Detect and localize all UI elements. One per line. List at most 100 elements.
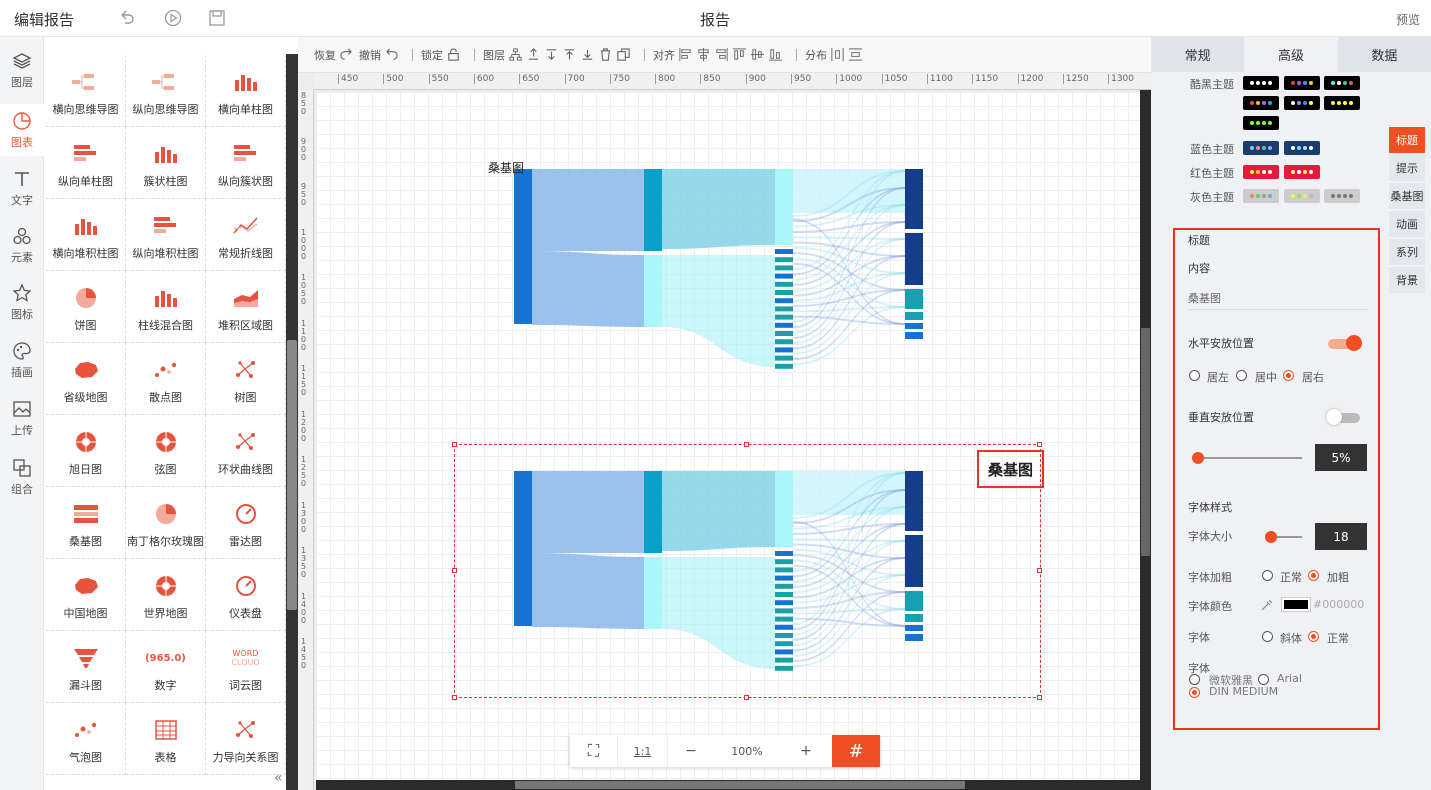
bold-normal-radio[interactable] [1262,570,1273,581]
component-item[interactable]: 中国地图 [46,559,126,631]
v-position-slider-knob[interactable] [1192,452,1204,464]
theme-swatch[interactable] [1243,141,1279,155]
resize-handle[interactable] [1037,442,1042,447]
theme-swatch[interactable] [1243,96,1279,110]
move-down-icon[interactable] [580,47,595,62]
font-color-swatch[interactable] [1281,597,1311,612]
theme-swatch[interactable] [1284,165,1320,179]
send-back-icon[interactable] [544,47,559,62]
redo-button[interactable]: 恢复 [314,47,354,63]
tab-advanced[interactable]: 高级 [1244,37,1338,72]
theme-swatch[interactable] [1324,189,1360,203]
sidetab-sankey[interactable]: 桑基图 [1389,183,1425,209]
component-item[interactable]: 簇状柱图 [126,127,206,199]
resize-handle[interactable] [452,695,457,700]
collapse-panel-icon[interactable]: « [274,770,283,786]
theme-swatch[interactable] [1243,189,1279,203]
font-size-value[interactable]: 18 [1315,523,1367,550]
theme-swatch[interactable] [1243,165,1279,179]
component-item[interactable]: 横向堆积柱图 [46,199,126,271]
sidetab-series[interactable]: 系列 [1389,239,1425,265]
zoom-out-button[interactable]: − [668,735,714,767]
component-item[interactable]: 漏斗图 [46,631,126,703]
sankey-chart-1[interactable] [450,145,1050,395]
component-item[interactable]: WORD CLOUD 词云图 [206,631,286,703]
move-up-icon[interactable] [562,47,577,62]
component-item[interactable]: 表格 [126,703,206,775]
align-top-icon[interactable] [732,47,747,62]
component-item[interactable]: 弦图 [126,415,206,487]
component-item[interactable]: 纵向单柱图 [46,127,126,199]
bold-bold-radio[interactable] [1308,570,1319,581]
component-item[interactable]: 南丁格尔玫瑰图 [126,487,206,559]
sidetab-tooltip[interactable]: 提示 [1389,155,1425,181]
theme-swatch[interactable] [1284,76,1320,90]
h-left-radio[interactable] [1189,370,1200,381]
preview-link[interactable]: 预览 [1396,11,1420,28]
theme-swatch[interactable] [1243,116,1279,130]
delete-icon[interactable] [598,47,613,62]
play-icon[interactable] [163,8,183,28]
h-right-radio[interactable] [1283,370,1294,381]
chart-2-title[interactable]: 桑基图 [977,450,1044,488]
zoom-in-button[interactable]: + [780,735,832,767]
resize-handle[interactable] [452,442,457,447]
layer-tree-icon[interactable] [508,47,523,62]
family-din-radio[interactable] [1189,687,1200,698]
undo-button[interactable]: 撤销 [359,47,399,63]
component-item[interactable]: 树图 [206,343,286,415]
component-item[interactable]: 散点图 [126,343,206,415]
component-item[interactable]: 旭日图 [46,415,126,487]
v-position-slider[interactable] [1198,457,1302,459]
align-vcenter-icon[interactable] [750,47,765,62]
resize-handle[interactable] [1037,568,1042,573]
component-item[interactable]: 堆积区域图 [206,271,286,343]
distribute-vertical-icon[interactable] [848,47,863,62]
nav-item-7[interactable]: 组合 [0,451,44,503]
component-item[interactable]: 力导向关系图 [206,703,286,775]
component-item[interactable]: (965.0) 数字 [126,631,206,703]
nav-item-5[interactable]: 插画 [0,334,44,386]
component-item[interactable]: 纵向堆积柱图 [126,199,206,271]
resize-handle[interactable] [452,568,457,573]
component-item[interactable]: 气泡图 [46,703,126,775]
nav-item-2[interactable]: 文字 [0,162,44,214]
tab-general[interactable]: 常规 [1151,37,1245,72]
nav-item-6[interactable]: 上传 [0,392,44,444]
font-size-slider-knob[interactable] [1265,531,1277,543]
tab-data[interactable]: 数据 [1337,37,1431,72]
distribute-horizontal-icon[interactable] [830,47,845,62]
resize-handle[interactable] [744,442,749,447]
family-arial-radio[interactable] [1258,674,1269,685]
component-item[interactable]: 仪表盘 [206,559,286,631]
v-position-value[interactable]: 5% [1315,444,1367,471]
bring-front-icon[interactable] [526,47,541,62]
resize-handle[interactable] [744,695,749,700]
eyedropper-icon[interactable] [1260,598,1274,612]
component-item[interactable]: 省级地图 [46,343,126,415]
theme-swatch[interactable] [1243,76,1279,90]
component-item[interactable]: 环状曲线图 [206,415,286,487]
sidetab-background[interactable]: 背景 [1389,267,1425,293]
component-item[interactable]: 饼图 [46,271,126,343]
align-right-icon[interactable] [714,47,729,62]
align-left-icon[interactable] [678,47,693,62]
undo-icon[interactable] [117,8,137,28]
copy-icon[interactable] [616,47,631,62]
resize-handle[interactable] [1037,695,1042,700]
component-item[interactable]: 世界地图 [126,559,206,631]
save-icon[interactable] [207,8,227,28]
font-color-hex[interactable]: #000000 [1313,598,1364,611]
component-item[interactable]: 雷达图 [206,487,286,559]
fit-screen-button[interactable]: ⛶ [570,735,618,767]
theme-swatch[interactable] [1284,96,1320,110]
component-item[interactable]: 横向思维导图 [46,55,126,127]
nav-item-3[interactable]: 元素 [0,219,44,271]
component-item[interactable]: 桑基图 [46,487,126,559]
theme-swatch[interactable] [1324,76,1360,90]
actual-size-button[interactable]: 1:1 [618,735,668,767]
theme-swatch[interactable] [1324,96,1360,110]
panel-scrollbar-thumb[interactable] [287,340,297,610]
selection-box[interactable] [454,444,1041,698]
lock-button[interactable]: 锁定 [421,47,461,63]
